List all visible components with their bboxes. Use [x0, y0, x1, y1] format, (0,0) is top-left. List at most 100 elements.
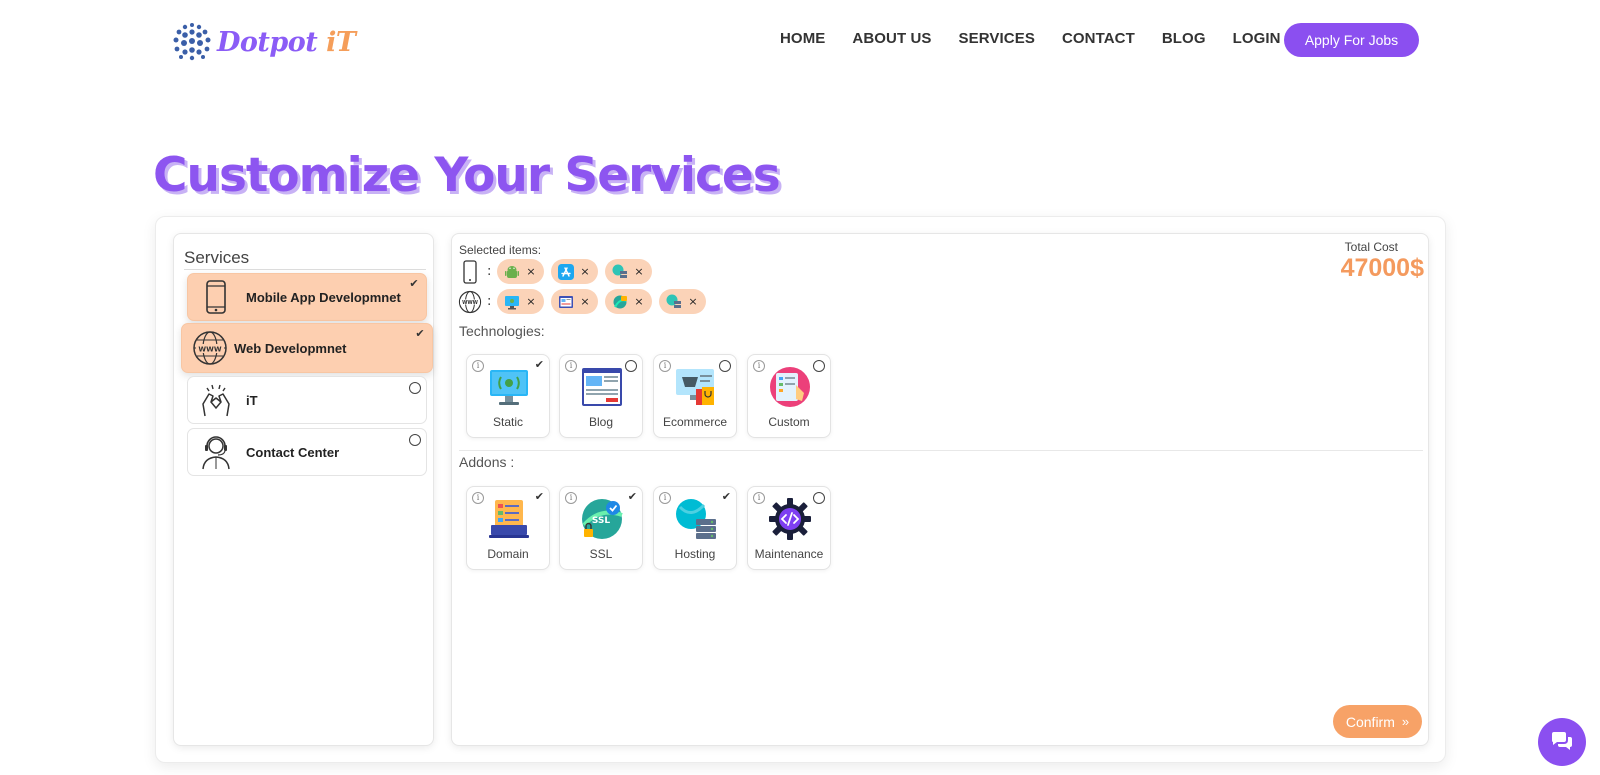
- total-cost-value: 47000$: [1340, 254, 1424, 282]
- info-icon[interactable]: i: [753, 492, 765, 504]
- maintenance-gear-icon: [769, 498, 811, 540]
- radio-button[interactable]: [719, 360, 731, 372]
- technologies-label: Technologies:: [459, 323, 545, 339]
- info-icon[interactable]: i: [472, 492, 484, 504]
- card-label: Blog: [588, 415, 614, 429]
- info-icon[interactable]: i: [659, 492, 671, 504]
- page-title: Customize Your Services: [153, 148, 781, 203]
- radio-button[interactable]: [813, 492, 825, 504]
- service-item-it[interactable]: iT: [187, 376, 427, 424]
- radio-button[interactable]: [625, 360, 637, 372]
- service-item-mobile-app[interactable]: Mobile App Developmnet ✔: [187, 273, 427, 321]
- addon-card-ssl[interactable]: i ✔ SSL SSL: [559, 486, 643, 570]
- tech-card-ecommerce[interactable]: i Ecommerce: [653, 354, 737, 438]
- row-colon: :: [487, 264, 492, 279]
- nav-blog[interactable]: BLOG: [1162, 30, 1206, 47]
- ecommerce-icon: [676, 369, 714, 405]
- selected-chip: ×: [605, 259, 653, 284]
- configuration-panel: Selected items: : × × × WWW : × × × × To…: [451, 233, 1429, 746]
- apply-for-jobs-button[interactable]: Apply For Jobs: [1284, 23, 1419, 57]
- info-icon[interactable]: i: [753, 360, 765, 372]
- services-panel: Services Mobile App Developmnet ✔ WWW We…: [173, 233, 434, 746]
- android-icon: [505, 265, 520, 278]
- domain-laptop-icon: [489, 500, 529, 538]
- hosting-icon: [666, 294, 682, 308]
- services-divider: [184, 269, 426, 270]
- card-label: Custom: [768, 415, 810, 429]
- info-icon[interactable]: i: [659, 360, 671, 372]
- call-agent-icon: [198, 434, 234, 470]
- info-icon[interactable]: i: [565, 492, 577, 504]
- service-label: Mobile App Developmnet: [246, 289, 401, 305]
- row-colon: :: [487, 294, 492, 309]
- logo[interactable]: Dotpot iT: [170, 20, 356, 64]
- radio-button[interactable]: [813, 360, 825, 372]
- blog-icon: [559, 295, 574, 308]
- selected-row-web: WWW : × × × ×: [458, 289, 713, 314]
- navbar: Dotpot iT HOME ABOUT US SERVICES CONTACT…: [0, 0, 1600, 82]
- main-nav: HOME ABOUT US SERVICES CONTACT BLOG LOGI…: [780, 30, 1308, 47]
- chat-button[interactable]: [1538, 718, 1586, 766]
- confirm-button[interactable]: Confirm »: [1333, 705, 1422, 738]
- remove-chip-button[interactable]: ×: [526, 265, 535, 278]
- card-label: Maintenance: [754, 547, 824, 561]
- static-monitor-icon: [490, 370, 528, 405]
- smartphone-icon: [458, 259, 482, 284]
- info-icon[interactable]: i: [472, 360, 484, 372]
- selected-chip: ×: [659, 289, 707, 314]
- total-cost-label: Total Cost: [1344, 240, 1398, 254]
- selected-chip: ×: [497, 289, 545, 314]
- remove-chip-button[interactable]: ×: [526, 295, 535, 308]
- selected-items-title: Selected items:: [459, 243, 542, 257]
- selected-chip: ×: [497, 259, 545, 284]
- nav-contact[interactable]: CONTACT: [1062, 30, 1135, 47]
- nav-services[interactable]: SERVICES: [959, 30, 1035, 47]
- addon-card-maintenance[interactable]: i Maintenance: [747, 486, 831, 570]
- card-label: Ecommerce: [662, 415, 727, 429]
- tech-card-static[interactable]: i ✔ Static: [466, 354, 550, 438]
- www-globe-icon: WWW: [192, 330, 228, 366]
- tech-card-custom[interactable]: i Custom: [747, 354, 831, 438]
- section-divider: [459, 450, 1423, 451]
- double-chevron-right-icon: »: [1401, 714, 1410, 729]
- remove-chip-button[interactable]: ×: [634, 295, 643, 308]
- static-site-icon: [505, 295, 520, 309]
- card-label: Domain: [487, 547, 529, 561]
- card-label: SSL: [589, 547, 613, 561]
- nav-login[interactable]: LOGIN: [1233, 30, 1281, 47]
- nav-about-us[interactable]: ABOUT US: [852, 30, 931, 47]
- dotted-globe-icon: [173, 23, 211, 61]
- nav-home[interactable]: HOME: [780, 30, 825, 47]
- app-store-icon: [558, 263, 575, 280]
- card-label: Static: [492, 415, 523, 429]
- check-icon: ✔: [721, 490, 731, 503]
- check-icon: ✔: [534, 490, 544, 503]
- info-icon[interactable]: i: [565, 360, 577, 372]
- remove-chip-button[interactable]: ×: [580, 295, 589, 308]
- logo-text: Dotpot iT: [217, 27, 356, 58]
- remove-chip-button[interactable]: ×: [634, 265, 643, 278]
- service-label: Web Developmnet: [234, 340, 347, 356]
- radio-button[interactable]: [409, 434, 421, 446]
- tech-card-blog[interactable]: i Blog: [559, 354, 643, 438]
- handshake-icon: [198, 382, 234, 418]
- addon-card-domain[interactable]: i ✔ Domain: [466, 486, 550, 570]
- www-globe-icon: WWW: [458, 290, 482, 314]
- radio-button[interactable]: [409, 382, 421, 394]
- service-label: iT: [246, 392, 258, 408]
- services-heading: Services: [184, 248, 250, 267]
- logo-text-dotpot: Dotpot: [217, 26, 318, 58]
- svg-text:SSL: SSL: [592, 516, 611, 526]
- chat-bubbles-icon: [1552, 732, 1572, 750]
- svg-text:WWW: WWW: [462, 300, 479, 306]
- remove-chip-button[interactable]: ×: [688, 295, 697, 308]
- logo-text-it: iT: [317, 26, 356, 58]
- addon-card-hosting[interactable]: i ✔ Hosting: [653, 486, 737, 570]
- selected-chip: ×: [605, 289, 653, 314]
- service-item-web-development[interactable]: WWW Web Developmnet ✔: [181, 323, 433, 373]
- custom-design-icon: [770, 367, 810, 407]
- hosting-icon: [612, 264, 628, 278]
- remove-chip-button[interactable]: ×: [580, 265, 589, 278]
- check-icon: ✔: [627, 490, 637, 503]
- service-item-contact-center[interactable]: Contact Center: [187, 428, 427, 476]
